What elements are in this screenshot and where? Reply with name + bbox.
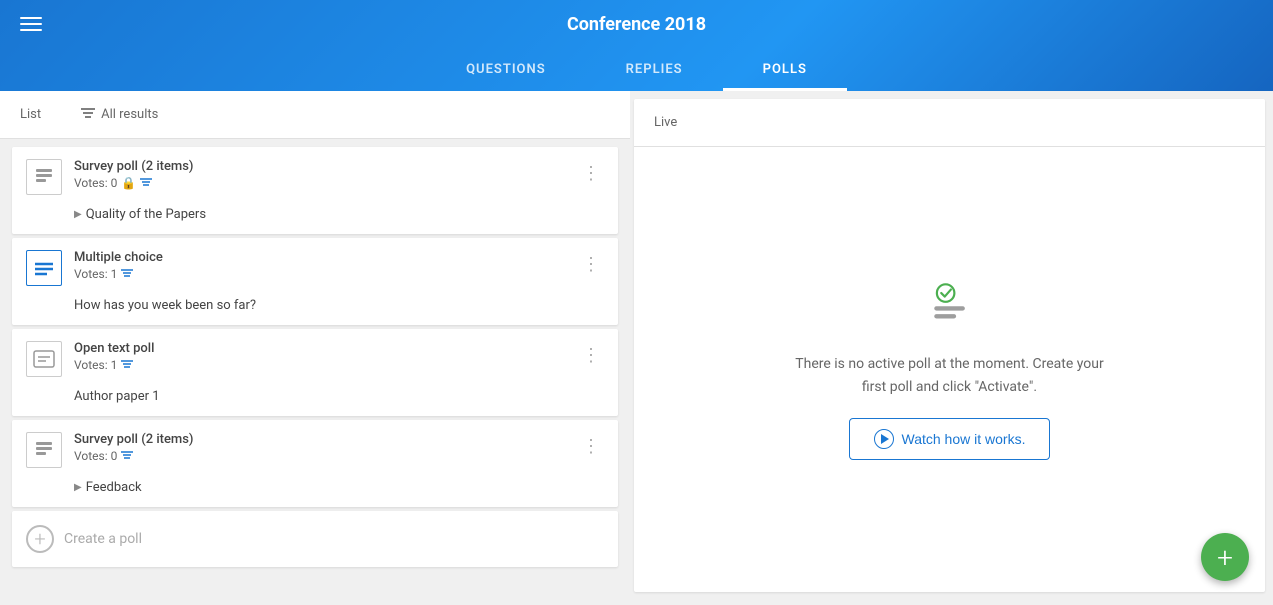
right-panel: Live There is no active poll at the mome… [634,99,1265,592]
poll-more-menu[interactable]: ⋮ [578,159,604,188]
nav-tabs: QUESTIONS REPLIES POLLS [0,48,1273,91]
app-header: Conference 2018 QUESTIONS REPLIES POLLS [0,0,1273,91]
poll-votes: Votes: 1 [74,358,566,372]
main-container: List All results Survey poll (2 items) [0,91,1273,600]
filter-label: All results [101,107,158,122]
poll-type: Survey poll (2 items) [74,432,566,447]
lock-icon: 🔒 [121,176,136,190]
empty-state-icon [915,279,985,333]
poll-expandable-feedback[interactable]: ▶ Feedback [12,480,618,507]
vote-filter-icon [121,358,133,372]
poll-type: Survey poll (2 items) [74,159,566,174]
poll-votes: Votes: 1 [74,267,566,281]
vote-filter-icon [121,267,133,281]
poll-icon-open [26,341,62,377]
poll-more-menu[interactable]: ⋮ [578,250,604,279]
hamburger-menu-icon[interactable] [20,17,42,31]
play-icon [874,429,894,449]
poll-votes: Votes: 0 [74,449,566,463]
poll-info: Survey poll (2 items) Votes: 0 🔒 [74,159,566,190]
watch-button[interactable]: Watch how it works. [849,418,1051,460]
expand-arrow-icon: ▶ [74,209,82,220]
poll-info: Open text poll Votes: 1 [74,341,566,372]
sub-nav: List All results [0,91,630,139]
fab-button[interactable]: + [1201,533,1249,581]
plus-circle-icon: + [26,525,54,553]
expand-arrow-icon: ▶ [74,482,82,493]
live-label: Live [654,115,677,130]
poll-icon-survey [26,159,62,195]
poll-card: Survey poll (2 items) Votes: 0 ⋮ ▶ Feedb… [12,420,618,507]
tab-replies[interactable]: REPLIES [586,48,723,91]
poll-icon-survey2 [26,432,62,468]
right-sub-nav: Live [634,99,1265,147]
poll-info: Multiple choice Votes: 1 [74,250,566,281]
poll-question: Author paper 1 [12,389,618,416]
poll-icon-multiple [26,250,62,286]
app-title: Conference 2018 [567,14,706,35]
poll-more-menu[interactable]: ⋮ [578,341,604,370]
tab-questions[interactable]: QUESTIONS [426,48,586,91]
create-poll-label: Create a poll [64,531,142,547]
empty-state-text: There is no active poll at the moment. C… [790,353,1110,398]
poll-more-menu[interactable]: ⋮ [578,432,604,461]
poll-info: Survey poll (2 items) Votes: 0 [74,432,566,463]
poll-card: Multiple choice Votes: 1 ⋮ How has you w… [12,238,618,325]
play-triangle [881,434,889,444]
right-content-empty-state: There is no active poll at the moment. C… [634,147,1265,592]
poll-list: Survey poll (2 items) Votes: 0 🔒 ⋮ ▶ Qu [0,139,630,600]
poll-type: Multiple choice [74,250,566,265]
poll-question: How has you week been so far? [12,298,618,325]
create-poll-button[interactable]: + Create a poll [12,511,618,567]
poll-question-text: Quality of the Papers [86,207,206,222]
vote-filter-icon [121,449,133,463]
poll-card: Survey poll (2 items) Votes: 0 🔒 ⋮ ▶ Qu [12,147,618,234]
poll-votes: Votes: 0 🔒 [74,176,566,190]
poll-question-text: Feedback [86,480,142,495]
sub-nav-list[interactable]: List [20,93,41,136]
poll-expandable[interactable]: ▶ Quality of the Papers [12,207,618,234]
watch-button-label: Watch how it works. [902,431,1026,447]
sub-nav-filter[interactable]: All results [81,93,158,137]
poll-card: Open text poll Votes: 1 ⋮ Author paper 1 [12,329,618,416]
vote-filter-icon [140,176,152,190]
filter-icon [81,107,95,123]
tab-polls[interactable]: POLLS [723,48,847,91]
fab-plus-icon: + [1217,541,1233,574]
poll-type: Open text poll [74,341,566,356]
left-panel: List All results Survey poll (2 items) [0,91,630,600]
